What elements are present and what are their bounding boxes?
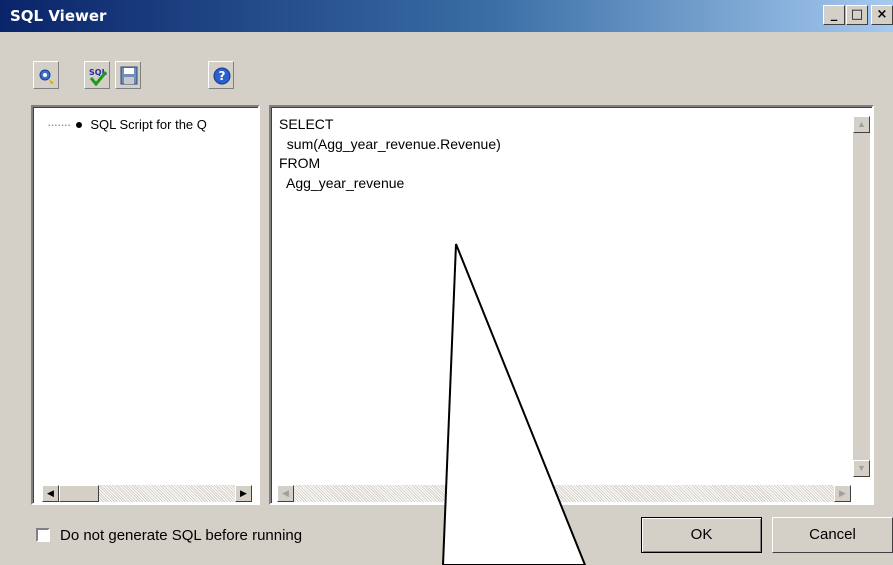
ok-button[interactable]: OK (641, 517, 762, 553)
tree-connector: ······· (47, 117, 71, 132)
horizontal-scrollbar-track[interactable] (294, 485, 834, 502)
sql-line: Agg_year_revenue (279, 175, 405, 191)
help-icon: ? (213, 67, 231, 85)
window-title: SQL Viewer (10, 7, 107, 25)
svg-text:?: ? (219, 69, 226, 83)
generate-button[interactable] (33, 61, 59, 89)
checkbox-label: Do not generate SQL before running (60, 527, 303, 544)
scroll-up-button[interactable]: ▲ (853, 116, 870, 133)
scroll-right-button[interactable]: ▶ (834, 485, 851, 502)
title-bar[interactable]: SQL Viewer _ □ × (0, 0, 893, 32)
generate-icon (39, 69, 54, 84)
validate-sql-icon: SQL (89, 68, 108, 86)
cancel-button[interactable]: Cancel (772, 517, 893, 553)
sql-line: FROM (279, 155, 321, 171)
scroll-down-button[interactable]: ▼ (853, 460, 870, 477)
bullet-icon (76, 122, 83, 128)
do-not-generate-checkbox[interactable] (36, 528, 50, 542)
help-button[interactable]: ? (208, 61, 234, 89)
script-tree[interactable]: ······· SQL Script for the Q ◀ ▶ (31, 105, 260, 505)
vertical-scrollbar-track[interactable] (853, 116, 870, 477)
sql-text-area[interactable]: SELECT sum(Agg_year_revenue.Revenue) FRO… (269, 105, 874, 505)
tree-item-label: SQL Script for the Q (90, 117, 207, 132)
close-button[interactable]: × (871, 5, 893, 25)
scroll-left-button[interactable]: ◀ (42, 485, 59, 502)
validate-sql-button[interactable]: SQL (84, 61, 110, 89)
sql-line: SELECT (279, 116, 334, 132)
save-button[interactable] (115, 61, 141, 89)
scroll-thumb[interactable] (59, 485, 99, 502)
sql-viewer-window: SQL Viewer _ □ × SQL ? ······· SQL Scrip… (0, 0, 893, 565)
maximize-button[interactable]: □ (846, 5, 868, 25)
sql-line: sum(Agg_year_revenue.Revenue) (279, 136, 501, 152)
scroll-left-button[interactable]: ◀ (277, 485, 294, 502)
scroll-right-button[interactable]: ▶ (235, 485, 252, 502)
save-icon (120, 66, 138, 85)
tree-item-sql-script[interactable]: ······· SQL Script for the Q (47, 117, 207, 132)
minimize-button[interactable]: _ (823, 5, 845, 25)
